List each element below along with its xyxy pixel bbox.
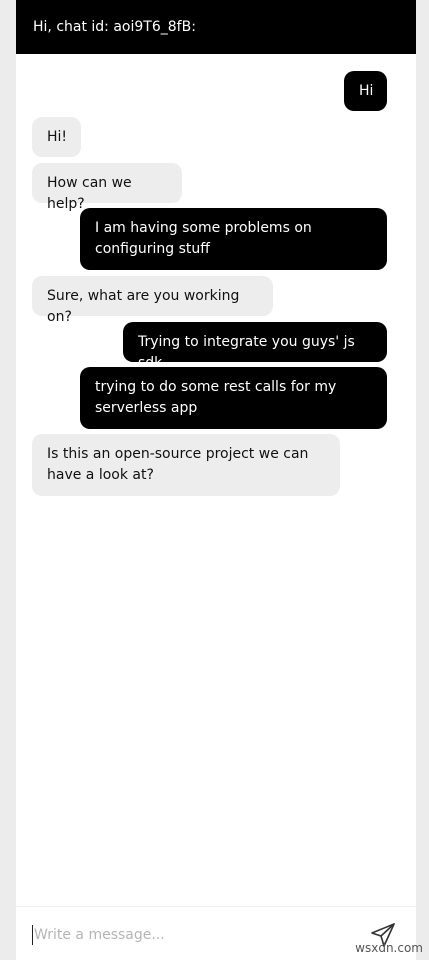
- chat-title: Hi, chat id: aoi9T6_8fB:: [33, 19, 196, 35]
- message-incoming: Hi!: [32, 117, 81, 157]
- message-outgoing: trying to do some rest calls for my serv…: [80, 367, 387, 429]
- chat-window: Hi, chat id: aoi9T6_8fB: Hi Hi! How can …: [16, 0, 416, 960]
- message-outgoing: Hi: [344, 71, 387, 111]
- chat-header: Hi, chat id: aoi9T6_8fB:: [16, 0, 416, 54]
- message-incoming: Is this an open-source project we can ha…: [32, 434, 340, 496]
- message-input[interactable]: [32, 922, 332, 948]
- message-incoming: How can we help?: [32, 163, 182, 212]
- message-outgoing: Trying to integrate you guys' js sdk: [123, 322, 387, 371]
- message-outgoing: I am having some problems on configuring…: [80, 208, 387, 270]
- watermark: wsxdn.com: [355, 941, 423, 955]
- text-caret: [32, 925, 33, 945]
- message-incoming: Sure, what are you working on?: [32, 276, 273, 325]
- message-list: Hi Hi! How can we help? I am having some…: [16, 54, 416, 906]
